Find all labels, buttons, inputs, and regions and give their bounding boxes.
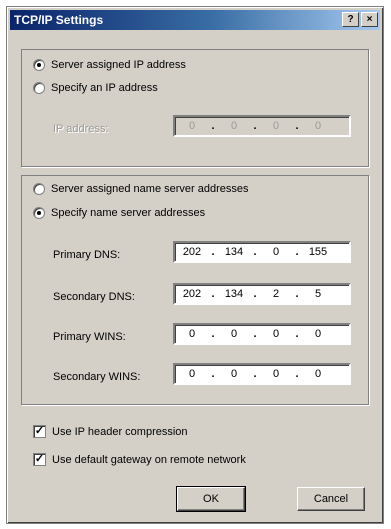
specify-dns-label: Specify name server addresses	[51, 207, 206, 219]
primary-wins-field[interactable]: 0 . 0 . 0 . 0	[173, 323, 351, 345]
primary-dns-octet-2[interactable]: 134	[217, 246, 251, 258]
ip-octet-1: 0	[188, 120, 196, 132]
ip-dot: .	[295, 246, 299, 258]
radio-selected-icon	[33, 207, 45, 219]
radio-unselected-icon	[33, 82, 45, 94]
primary-dns-octet-4[interactable]: 155	[301, 246, 335, 258]
primary-dns-octet-3[interactable]: 0	[259, 246, 293, 258]
secondary-dns-label: Secondary DNS:	[53, 291, 135, 303]
secondary-dns-octet-3[interactable]: 2	[259, 288, 293, 300]
ip-dot: .	[211, 368, 215, 380]
ip-header-compression-label: Use IP header compression	[52, 425, 188, 438]
secondary-dns-field[interactable]: 202 . 134 . 2 . 5	[173, 283, 351, 305]
help-button[interactable]: ?	[342, 12, 359, 27]
ok-button[interactable]: OK	[176, 486, 246, 512]
ip-dot: .	[253, 246, 257, 258]
title-bar: TCP/IP Settings ? ×	[10, 10, 380, 30]
ip-dot: .	[211, 328, 215, 340]
primary-wins-octet-4[interactable]: 0	[301, 328, 335, 340]
checkmark-icon: ✓	[33, 425, 46, 438]
ip-address-field: 0 . 0 . 0 . 0	[173, 115, 351, 137]
server-assigned-ip-label: Server assigned IP address	[51, 59, 186, 71]
ip-dot: .	[211, 288, 215, 300]
secondary-dns-octet-1[interactable]: 202	[175, 288, 209, 300]
secondary-wins-octet-3[interactable]: 0	[259, 368, 293, 380]
checkmark-icon: ✓	[33, 453, 46, 466]
server-assigned-ip-radio[interactable]: Server assigned IP address	[33, 59, 186, 71]
primary-dns-label: Primary DNS:	[53, 249, 121, 261]
secondary-wins-octet-4[interactable]: 0	[301, 368, 335, 380]
ip-dot: .	[295, 368, 299, 380]
primary-wins-octet-3[interactable]: 0	[259, 328, 293, 340]
tcpip-settings-dialog: TCP/IP Settings ? × Server assigned IP a…	[6, 6, 384, 524]
specify-ip-label: Specify an IP address	[51, 82, 158, 94]
secondary-wins-octet-1[interactable]: 0	[175, 368, 209, 380]
title-bar-buttons: ? ×	[342, 12, 378, 27]
server-assigned-dns-label: Server assigned name server addresses	[51, 183, 249, 195]
ip-octet-4: 0	[314, 120, 322, 132]
ip-header-compression-checkbox[interactable]: ✓ Use IP header compression	[33, 425, 188, 438]
radio-unselected-icon	[33, 183, 45, 195]
close-button[interactable]: ×	[361, 12, 378, 27]
secondary-wins-octet-2[interactable]: 0	[217, 368, 251, 380]
specify-ip-radio[interactable]: Specify an IP address	[33, 82, 158, 94]
ip-octet-2: 0	[230, 120, 238, 132]
primary-wins-label: Primary WINS:	[53, 331, 126, 343]
window-title: TCP/IP Settings	[14, 13, 104, 27]
primary-dns-field[interactable]: 202 . 134 . 0 . 155	[173, 241, 351, 263]
ip-octet-3: 0	[272, 120, 280, 132]
ip-dot: .	[253, 368, 257, 380]
secondary-wins-field[interactable]: 0 . 0 . 0 . 0	[173, 363, 351, 385]
secondary-wins-label: Secondary WINS:	[53, 371, 141, 383]
ip-dot: .	[211, 120, 215, 132]
secondary-dns-octet-4[interactable]: 5	[301, 288, 335, 300]
primary-dns-octet-1[interactable]: 202	[175, 246, 209, 258]
primary-wins-octet-2[interactable]: 0	[217, 328, 251, 340]
ip-dot: .	[253, 120, 257, 132]
radio-selected-icon	[33, 59, 45, 71]
ip-dot: .	[295, 328, 299, 340]
specify-dns-radio[interactable]: Specify name server addresses	[33, 207, 205, 219]
primary-wins-octet-1[interactable]: 0	[175, 328, 209, 340]
default-gateway-label: Use default gateway on remote network	[52, 453, 246, 466]
secondary-dns-octet-2[interactable]: 134	[217, 288, 251, 300]
ip-dot: .	[295, 120, 299, 132]
ip-dot: .	[253, 288, 257, 300]
default-gateway-checkbox[interactable]: ✓ Use default gateway on remote network	[33, 453, 246, 466]
server-assigned-dns-radio[interactable]: Server assigned name server addresses	[33, 183, 248, 195]
cancel-button[interactable]: Cancel	[297, 487, 365, 511]
ip-dot: .	[253, 328, 257, 340]
ip-dot: .	[211, 246, 215, 258]
ip-address-label: IP address:	[53, 123, 109, 135]
ip-dot: .	[295, 288, 299, 300]
